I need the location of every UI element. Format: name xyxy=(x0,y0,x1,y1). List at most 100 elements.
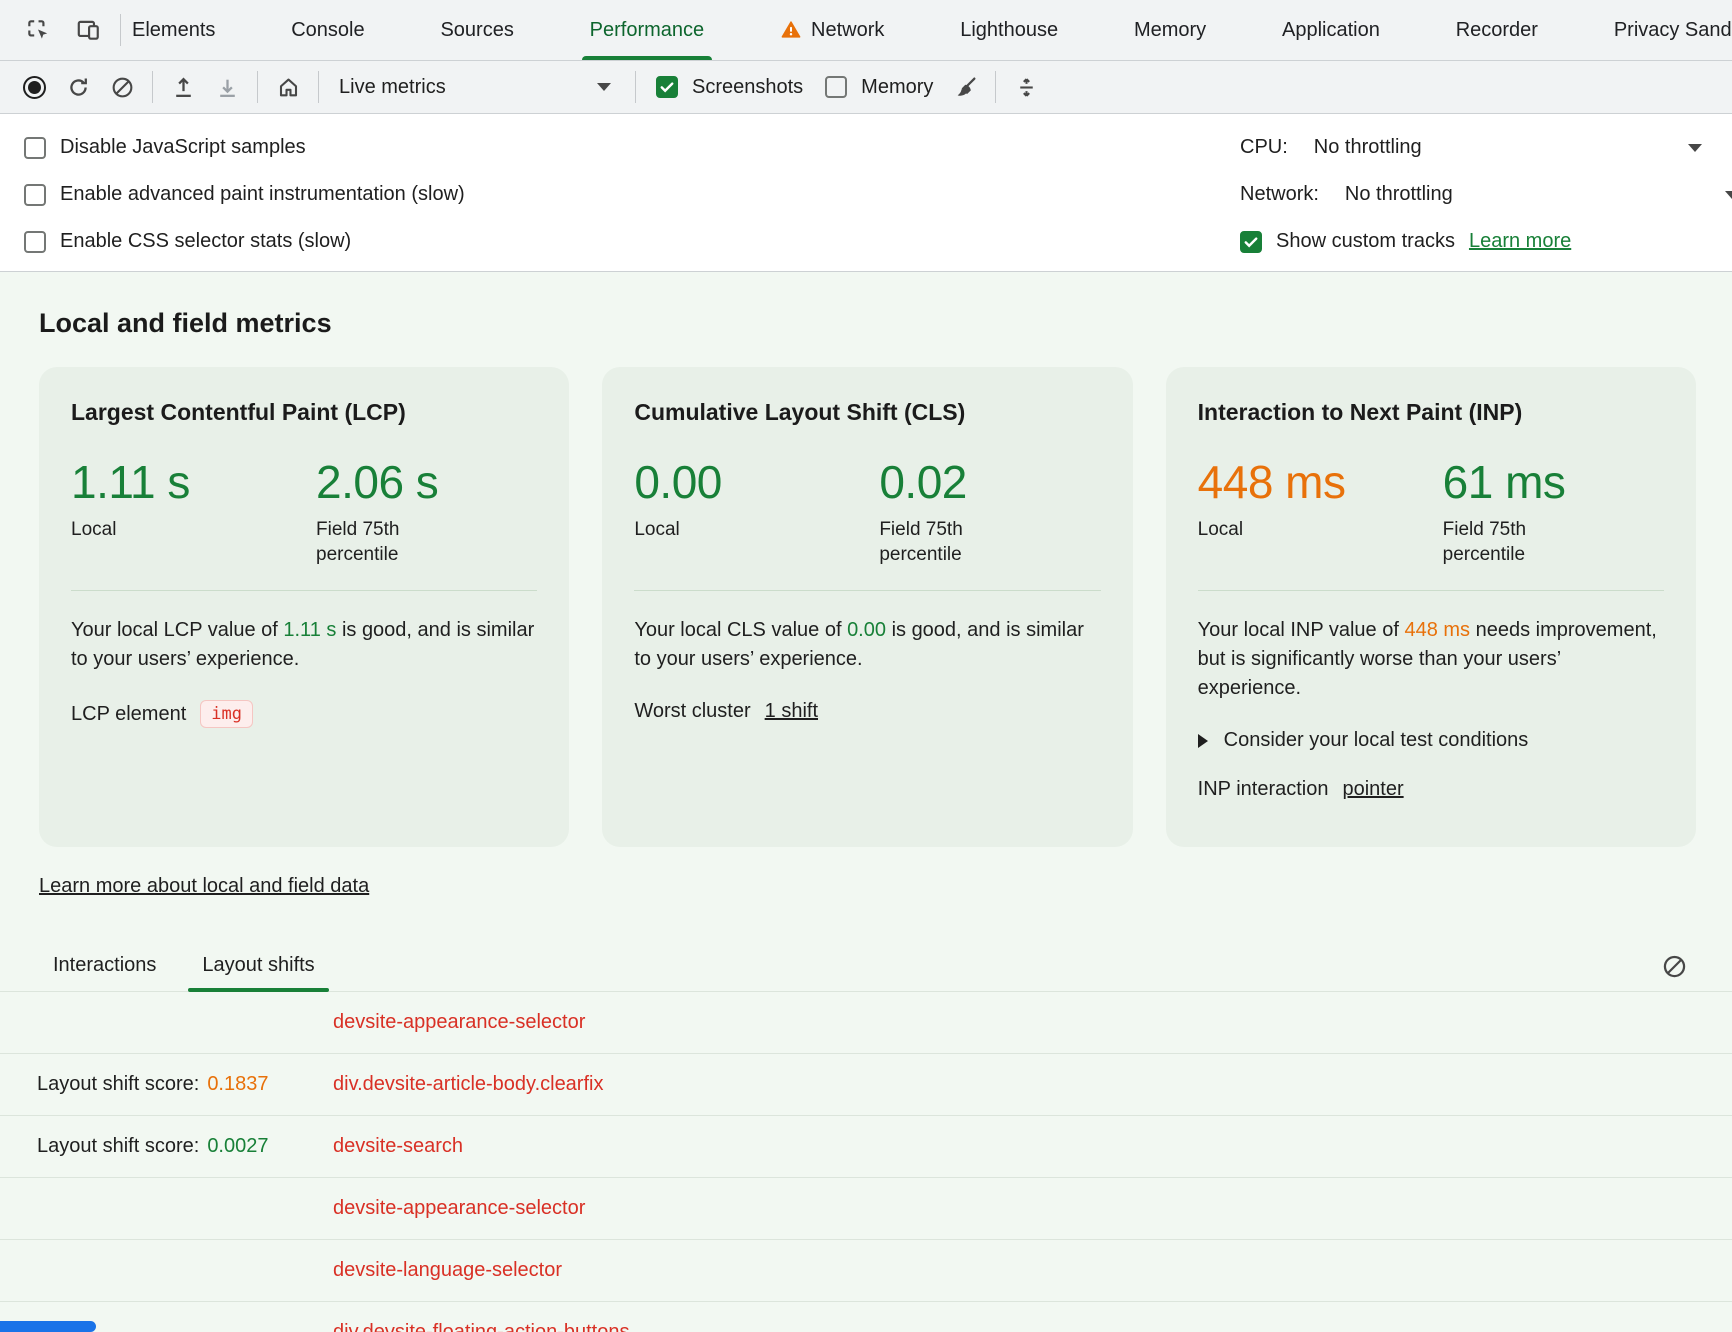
live-metrics-log: Interactions Layout shifts devsite-appea… xyxy=(0,946,1732,1332)
learn-more-link[interactable]: Learn more xyxy=(1469,230,1571,253)
disclosure-label: Consider your local test conditions xyxy=(1224,729,1529,752)
screenshots-label: Screenshots xyxy=(692,76,803,99)
description-value: 0.00 xyxy=(847,619,886,641)
checkbox-label: Disable JavaScript samples xyxy=(60,136,306,159)
checkbox-label: Enable CSS selector stats (slow) xyxy=(60,230,351,253)
description-value: 1.11 s xyxy=(283,619,336,641)
panel-tabbar: Elements Console Sources Performance Net… xyxy=(0,0,1732,61)
tab-label: Lighthouse xyxy=(960,19,1058,42)
horizontal-scrollbar-thumb[interactable] xyxy=(0,1321,96,1332)
tab-lighthouse[interactable]: Lighthouse xyxy=(957,0,1061,60)
tab-elements[interactable]: Elements xyxy=(129,0,218,60)
metric-values: 0.00 Local 0.02 Field 75th percentile xyxy=(634,458,1100,570)
score-value: 0.0027 xyxy=(207,1135,268,1157)
tab-label: Application xyxy=(1282,19,1380,42)
lcp-element-node-link[interactable]: img xyxy=(200,700,253,728)
inp-interaction-label: INP interaction xyxy=(1198,778,1329,801)
brush-icon xyxy=(953,75,978,100)
performance-toolbar: Live metrics Screenshots Memory xyxy=(0,61,1732,114)
layout-shift-rows: devsite-appearance-selector Layout shift… xyxy=(0,992,1732,1332)
tab-recorder[interactable]: Recorder xyxy=(1453,0,1541,60)
clear-live-metrics-button[interactable] xyxy=(943,67,987,107)
tab-network[interactable]: Network xyxy=(777,0,887,60)
tab-memory[interactable]: Memory xyxy=(1131,0,1209,60)
tab-layout-shifts[interactable]: Layout shifts xyxy=(202,954,314,991)
divider xyxy=(634,590,1100,591)
node-link[interactable]: devsite-search xyxy=(333,1135,463,1158)
worst-cluster-link[interactable]: 1 shift xyxy=(765,700,818,723)
clear-button[interactable] xyxy=(100,67,144,107)
chevron-down-icon xyxy=(597,83,611,91)
network-throttling-select[interactable]: Network: No throttling xyxy=(1240,171,1732,218)
node-link[interactable]: div.devsite-article-body.clearfix xyxy=(333,1073,603,1096)
tab-label: Console xyxy=(291,19,364,42)
metric-card-title: Interaction to Next Paint (INP) xyxy=(1198,399,1664,426)
clear-icon xyxy=(110,75,135,100)
layout-shift-row: devsite-language-selector xyxy=(0,1240,1732,1302)
device-toolbar-button[interactable] xyxy=(64,7,112,53)
disable-js-samples-option: Disable JavaScript samples xyxy=(24,124,1240,171)
score-value: 0.1837 xyxy=(207,1073,268,1095)
divider xyxy=(318,71,319,103)
divider xyxy=(152,71,153,103)
tab-label: Memory xyxy=(1134,19,1206,42)
devtools-window: Elements Console Sources Performance Net… xyxy=(0,0,1732,1332)
css-selector-stats-checkbox[interactable] xyxy=(24,231,46,253)
memory-label: Memory xyxy=(861,76,933,99)
local-test-conditions-disclosure[interactable]: Consider your local test conditions xyxy=(1198,729,1664,752)
tab-privacy-sandbox[interactable]: Privacy Sandbox xyxy=(1611,0,1732,60)
memory-checkbox[interactable] xyxy=(825,76,847,98)
field-metric-label: Field 75th percentile xyxy=(316,517,428,568)
tab-performance[interactable]: Performance xyxy=(587,0,708,60)
network-value: No throttling xyxy=(1345,183,1453,206)
reload-and-record-button[interactable] xyxy=(56,67,100,107)
layout-shift-row: Layout shift score: 0.0027 devsite-search xyxy=(0,1116,1732,1178)
home-icon xyxy=(276,75,301,100)
node-link[interactable]: devsite-appearance-selector xyxy=(333,1011,585,1034)
tab-sources[interactable]: Sources xyxy=(437,0,516,60)
record-icon xyxy=(23,76,46,99)
local-metric-value: 1.11 s xyxy=(71,458,316,508)
divider xyxy=(71,590,537,591)
description-text: Your local CLS value of xyxy=(634,619,841,641)
node-link[interactable]: devsite-language-selector xyxy=(333,1259,562,1282)
show-custom-tracks-checkbox[interactable] xyxy=(1240,231,1262,253)
record-button[interactable] xyxy=(12,67,56,107)
refresh-icon xyxy=(66,75,91,100)
metric-cards: Largest Contentful Paint (LCP) 1.11 s Lo… xyxy=(39,367,1696,847)
tab-console[interactable]: Console xyxy=(288,0,367,60)
metric-values: 1.11 s Local 2.06 s Field 75th percentil… xyxy=(71,458,537,570)
tab-application[interactable]: Application xyxy=(1279,0,1383,60)
inp-interaction-row: INP interaction pointer xyxy=(1198,778,1664,801)
custom-tracks-label: Show custom tracks xyxy=(1276,230,1455,253)
metric-values: 448 ms Local 61 ms Field 75th percentile xyxy=(1198,458,1664,570)
inspect-cursor-icon xyxy=(25,17,51,43)
field-metric-label: Field 75th percentile xyxy=(1443,517,1555,568)
node-link[interactable]: devsite-appearance-selector xyxy=(333,1197,585,1220)
inp-interaction-link[interactable]: pointer xyxy=(1342,778,1403,801)
download-icon xyxy=(215,75,240,100)
expand-settings-button[interactable] xyxy=(1004,67,1048,107)
cpu-throttling-select[interactable]: CPU: No throttling xyxy=(1240,124,1732,171)
score-label: Layout shift score: xyxy=(37,1135,199,1157)
advanced-paint-checkbox[interactable] xyxy=(24,184,46,206)
save-profile-button[interactable] xyxy=(205,67,249,107)
local-metric-label: Local xyxy=(634,517,879,543)
field-metric-value: 0.02 xyxy=(879,458,991,508)
inspect-element-button[interactable] xyxy=(14,7,62,53)
live-metrics-select[interactable]: Live metrics xyxy=(327,67,627,107)
layout-shift-row: Layout shift score:0.1837 div.devsite-ar… xyxy=(0,1054,1732,1116)
home-button[interactable] xyxy=(266,67,310,107)
screenshots-checkbox[interactable] xyxy=(656,76,678,98)
chevron-down-icon xyxy=(1725,191,1732,199)
tab-interactions[interactable]: Interactions xyxy=(53,954,156,991)
capture-settings-left: Disable JavaScript samples Enable advanc… xyxy=(24,124,1240,271)
metrics-heading: Local and field metrics xyxy=(39,308,1732,339)
learn-more-local-field-link[interactable]: Learn more about local and field data xyxy=(39,875,369,898)
css-selector-stats-option: Enable CSS selector stats (slow) xyxy=(24,218,1240,265)
clear-log-button[interactable] xyxy=(1654,947,1694,987)
load-profile-button[interactable] xyxy=(161,67,205,107)
node-link[interactable]: div.devsite-floating-action-buttons xyxy=(333,1321,629,1332)
disable-js-samples-checkbox[interactable] xyxy=(24,137,46,159)
checkbox-label: Enable advanced paint instrumentation (s… xyxy=(60,183,465,206)
